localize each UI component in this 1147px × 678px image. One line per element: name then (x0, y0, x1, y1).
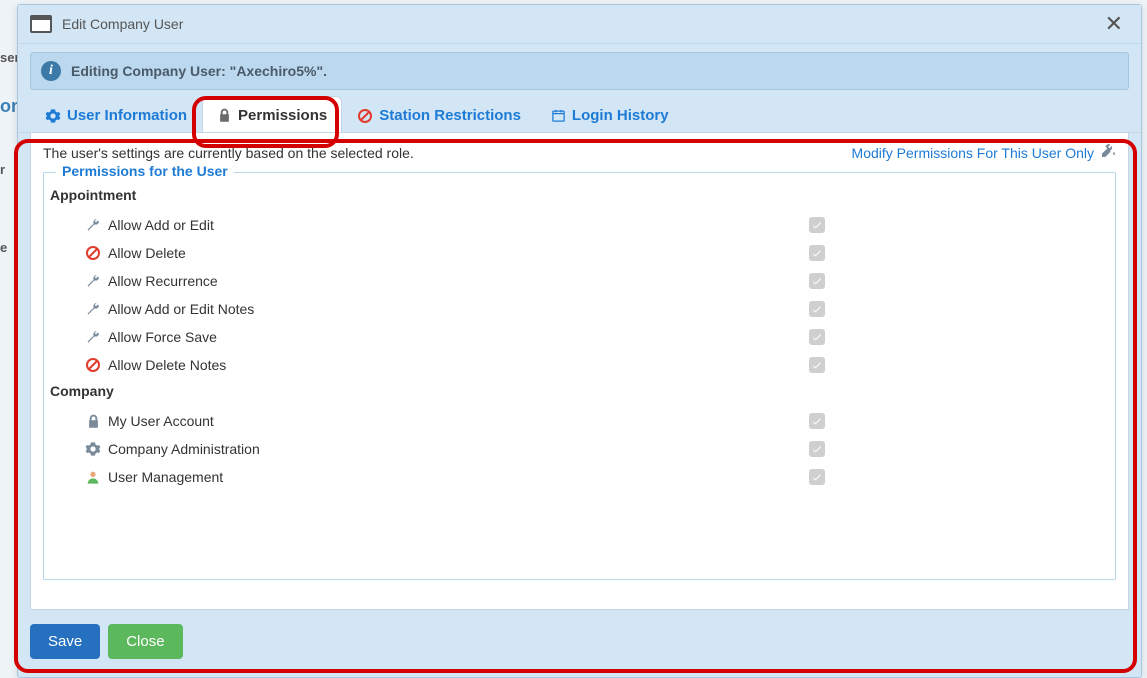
prohibit-icon (357, 108, 373, 124)
gear-icon (45, 108, 61, 124)
permission-group-heading: Company (50, 383, 1105, 399)
modify-permissions-label: Modify Permissions For This User Only (852, 145, 1094, 161)
prohibit-icon (84, 357, 102, 373)
gear-icon (84, 441, 102, 457)
info-message: Editing Company User: "Axechiro5%". (71, 63, 327, 79)
info-banner: i Editing Company User: "Axechiro5%". (30, 52, 1129, 90)
permission-label: Company Administration (108, 441, 260, 457)
prohibit-icon (84, 245, 102, 261)
window-icon (30, 15, 52, 33)
tab-station[interactable]: Station Restrictions (342, 96, 536, 132)
tab-label: User Information (67, 107, 187, 124)
user-icon (84, 469, 102, 485)
permission-row: User Management (50, 463, 1105, 491)
lock-icon (217, 108, 232, 123)
tab-label: Station Restrictions (379, 107, 521, 124)
wrench-icon (84, 301, 102, 317)
lock-icon (84, 414, 102, 429)
tab-label: Login History (572, 107, 669, 124)
permission-checkbox[interactable] (809, 329, 825, 345)
permission-row: My User Account (50, 407, 1105, 435)
dialog-title: Edit Company User (62, 16, 183, 32)
permission-label: Allow Add or Edit Notes (108, 301, 254, 317)
tab-user-info[interactable]: User Information (30, 96, 202, 132)
wrench-icon (84, 217, 102, 233)
dialog-titlebar: Edit Company User ✕ (18, 5, 1141, 44)
permissions-scroll-area[interactable]: Appointment Allow Add or Edit Allow Delete… (44, 183, 1115, 571)
tab-content-permissions: The user's settings are currently based … (30, 133, 1129, 610)
permission-label: Allow Add or Edit (108, 217, 214, 233)
permission-row: Allow Force Save (50, 323, 1105, 351)
permission-label: My User Account (108, 413, 214, 429)
fieldset-legend: Permissions for the User (56, 163, 234, 179)
tools-icon (1100, 143, 1116, 162)
tab-permissions[interactable]: Permissions (202, 96, 342, 132)
close-icon[interactable]: ✕ (1099, 11, 1129, 37)
role-notice-text: The user's settings are currently based … (43, 145, 414, 161)
edit-company-user-dialog: Edit Company User ✕ i Editing Company Us… (17, 4, 1142, 678)
permission-checkbox[interactable] (809, 413, 825, 429)
permission-label: Allow Delete Notes (108, 357, 226, 373)
permission-row: Allow Recurrence (50, 267, 1105, 295)
permission-row: Company Administration (50, 435, 1105, 463)
modify-permissions-link[interactable]: Modify Permissions For This User Only (852, 143, 1116, 162)
calendar-icon (551, 108, 566, 123)
permission-group-heading: Appointment (50, 187, 1105, 203)
permission-label: Allow Recurrence (108, 273, 218, 289)
permission-row: Allow Delete Notes (50, 351, 1105, 379)
permission-row: Allow Add or Edit (50, 211, 1105, 239)
permission-checkbox[interactable] (809, 357, 825, 373)
wrench-icon (84, 329, 102, 345)
tab-label: Permissions (238, 107, 327, 124)
permission-checkbox[interactable] (809, 301, 825, 317)
tabs-bar: User Information Permissions Station Restr… (18, 96, 1141, 133)
close-button[interactable]: Close (108, 624, 182, 659)
permission-checkbox[interactable] (809, 441, 825, 457)
tab-login-history[interactable]: Login History (536, 96, 684, 132)
save-button[interactable]: Save (30, 624, 100, 659)
wrench-icon (84, 273, 102, 289)
permission-checkbox[interactable] (809, 217, 825, 233)
permissions-fieldset: Permissions for the User AppointmentAllo… (43, 172, 1116, 580)
info-icon: i (41, 61, 61, 81)
permission-row: Allow Delete (50, 239, 1105, 267)
permission-label: Allow Force Save (108, 329, 217, 345)
permission-label: Allow Delete (108, 245, 186, 261)
role-notice-row: The user's settings are currently based … (43, 143, 1116, 162)
permission-checkbox[interactable] (809, 469, 825, 485)
permission-checkbox[interactable] (809, 273, 825, 289)
dialog-footer: Save Close (18, 622, 1141, 671)
permission-row: Allow Add or Edit Notes (50, 295, 1105, 323)
permission-label: User Management (108, 469, 223, 485)
permission-checkbox[interactable] (809, 245, 825, 261)
